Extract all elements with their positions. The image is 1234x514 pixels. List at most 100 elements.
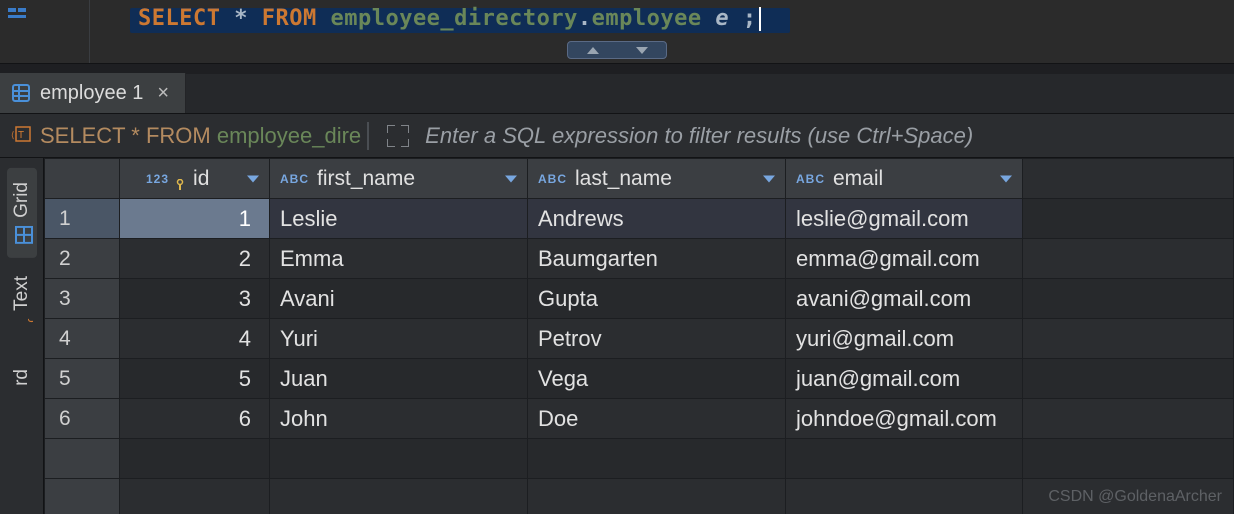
column-label: last_name bbox=[575, 167, 672, 191]
column-header-email[interactable]: ABCemail bbox=[786, 159, 1023, 199]
cell-pad bbox=[1023, 279, 1234, 319]
cell-last-name[interactable]: Vega bbox=[528, 359, 786, 399]
side-tab-rd-label: rd bbox=[11, 369, 33, 386]
cell-id bbox=[120, 479, 270, 514]
maximize-icon[interactable] bbox=[387, 125, 409, 147]
cell-id[interactable]: 6 bbox=[120, 399, 270, 439]
token-schema: employee_directory bbox=[330, 6, 577, 31]
cell-last-name[interactable]: Baumgarten bbox=[528, 239, 786, 279]
cell-email[interactable]: avani@gmail.com bbox=[786, 279, 1023, 319]
cell-last-name[interactable]: Gupta bbox=[528, 279, 786, 319]
run-marker-icon bbox=[8, 6, 28, 20]
cell-id[interactable]: 3 bbox=[120, 279, 270, 319]
key-icon bbox=[175, 173, 185, 185]
table-row[interactable]: 22EmmaBaumgartenemma@gmail.com bbox=[45, 239, 1234, 279]
row-number[interactable]: 2 bbox=[45, 239, 120, 279]
tab-employee-1[interactable]: employee 1 × bbox=[0, 73, 186, 113]
cell-pad bbox=[1023, 479, 1234, 514]
editor-gutter bbox=[0, 0, 90, 63]
column-header-first-name[interactable]: ABC first_name bbox=[270, 159, 528, 199]
cell-id[interactable]: 1 bbox=[120, 199, 270, 239]
corner-cell[interactable] bbox=[45, 159, 120, 199]
cell-id[interactable]: 5 bbox=[120, 359, 270, 399]
cell-id[interactable]: 2 bbox=[120, 239, 270, 279]
sql-breadcrumb[interactable]: SELECT * FROM employee_dire bbox=[40, 123, 361, 149]
presentation-handle[interactable] bbox=[567, 41, 667, 59]
column-header-last-name[interactable]: ABClast_name bbox=[528, 159, 786, 199]
token-table: employee bbox=[592, 6, 702, 31]
editor-line[interactable]: SELECT * FROM employee_directory.employe… bbox=[90, 0, 1234, 42]
cell-first-name[interactable]: Yuri bbox=[270, 319, 528, 359]
cell-first-name[interactable]: Emma bbox=[270, 239, 528, 279]
column-label: first_name bbox=[317, 167, 415, 191]
cell-first-name[interactable]: Avani bbox=[270, 279, 528, 319]
cell-pad bbox=[1023, 399, 1234, 439]
table-row[interactable]: 33AvaniGuptaavani@gmail.com bbox=[45, 279, 1234, 319]
token-dot: . bbox=[578, 6, 592, 31]
table-row[interactable]: 44YuriPetrovyuri@gmail.com bbox=[45, 319, 1234, 359]
divider bbox=[367, 122, 369, 150]
sql-fragment-icon[interactable]: ⟨ T bbox=[8, 125, 34, 147]
close-icon[interactable]: × bbox=[157, 82, 169, 105]
row-number[interactable]: 6 bbox=[45, 399, 120, 439]
chevron-up-icon bbox=[587, 47, 599, 54]
grid-icon bbox=[13, 226, 31, 244]
table-row[interactable]: 66JohnDoejohndoe@gmail.com bbox=[45, 399, 1234, 439]
sql-editor[interactable]: SELECT * FROM employee_directory.employe… bbox=[0, 0, 1234, 64]
result-grid[interactable]: 123 id ABC first_name ABClast_name bbox=[44, 158, 1234, 514]
side-tab-grid[interactable]: Grid bbox=[7, 168, 37, 258]
row-number[interactable]: 4 bbox=[45, 319, 120, 359]
row-number[interactable]: 3 bbox=[45, 279, 120, 319]
side-tab-rd[interactable]: rd bbox=[7, 355, 37, 400]
row-number bbox=[45, 439, 120, 479]
sort-icon[interactable] bbox=[763, 175, 775, 182]
cell bbox=[786, 439, 1023, 479]
table-row-empty bbox=[45, 479, 1234, 514]
cell-last-name[interactable]: Doe bbox=[528, 399, 786, 439]
token-from: FROM bbox=[262, 6, 317, 31]
svg-text:oT: oT bbox=[24, 319, 33, 323]
sort-icon[interactable] bbox=[247, 175, 259, 182]
column-label: email bbox=[833, 167, 883, 191]
sort-icon[interactable] bbox=[1000, 175, 1012, 182]
column-label: id bbox=[193, 167, 209, 191]
side-tab-text[interactable]: oT Text bbox=[7, 262, 37, 351]
sort-icon[interactable] bbox=[505, 175, 517, 182]
caret bbox=[759, 7, 761, 31]
cell bbox=[270, 439, 528, 479]
side-tabs: Grid oT Text rd bbox=[0, 158, 44, 514]
cell-last-name[interactable]: Petrov bbox=[528, 319, 786, 359]
cell-last-name[interactable]: Andrews bbox=[528, 199, 786, 239]
column-header-id[interactable]: 123 id bbox=[120, 159, 270, 199]
token-select: SELECT bbox=[138, 6, 220, 31]
sql-crumb-table: employee_dire bbox=[217, 123, 361, 148]
sql-crumb-prefix: SELECT * FROM bbox=[40, 123, 217, 148]
row-number[interactable]: 1 bbox=[45, 199, 120, 239]
type-badge-number: 123 bbox=[146, 172, 169, 186]
cell-email[interactable]: juan@gmail.com bbox=[786, 359, 1023, 399]
type-badge-text: ABC bbox=[280, 172, 309, 186]
cell-first-name[interactable]: John bbox=[270, 399, 528, 439]
cell-pad bbox=[1023, 439, 1234, 479]
cell-email[interactable]: leslie@gmail.com bbox=[786, 199, 1023, 239]
filter-input[interactable]: Enter a SQL expression to filter results… bbox=[425, 123, 973, 149]
row-number[interactable]: 5 bbox=[45, 359, 120, 399]
cell-first-name[interactable]: Leslie bbox=[270, 199, 528, 239]
cell-first-name[interactable]: Juan bbox=[270, 359, 528, 399]
cell-email[interactable]: yuri@gmail.com bbox=[786, 319, 1023, 359]
cell-email[interactable]: emma@gmail.com bbox=[786, 239, 1023, 279]
token-semicolon: ; bbox=[743, 6, 757, 31]
tab-title: employee 1 bbox=[40, 82, 143, 105]
table-row[interactable]: 11LeslieAndrewsleslie@gmail.com bbox=[45, 199, 1234, 239]
svg-text:⟨: ⟨ bbox=[10, 131, 15, 141]
token-star: * bbox=[234, 6, 248, 31]
cell-pad bbox=[1023, 359, 1234, 399]
cell-id[interactable]: 4 bbox=[120, 319, 270, 359]
cell-pad bbox=[1023, 319, 1234, 359]
cell bbox=[786, 479, 1023, 514]
side-tab-grid-label: Grid bbox=[11, 182, 33, 218]
filter-bar: ⟨ T SELECT * FROM employee_dire Enter a … bbox=[0, 114, 1234, 158]
cell-email[interactable]: johndoe@gmail.com bbox=[786, 399, 1023, 439]
table-row[interactable]: 55JuanVegajuan@gmail.com bbox=[45, 359, 1234, 399]
chevron-down-icon bbox=[636, 47, 648, 54]
